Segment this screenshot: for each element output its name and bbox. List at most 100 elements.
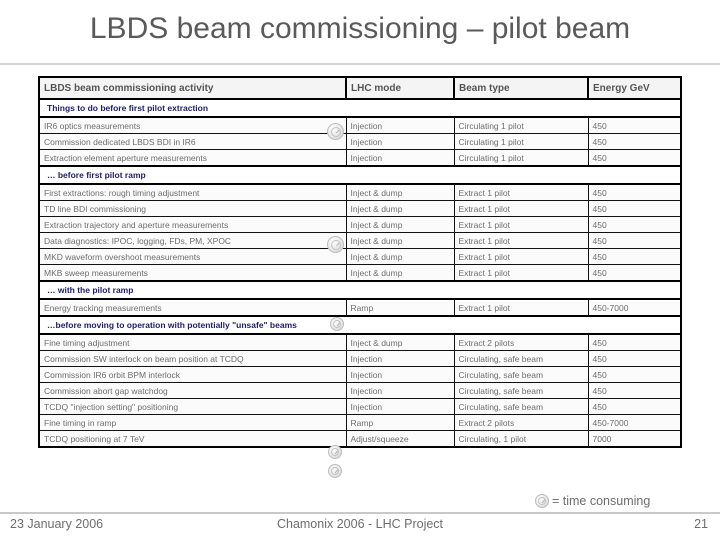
cell-energy: 450	[587, 216, 682, 233]
cell-beam: Extract 1 pilot	[453, 200, 589, 217]
cell-mode: Inject & dump	[345, 216, 455, 233]
cell-beam: Extract 1 pilot	[453, 216, 589, 233]
column-header-energy: Energy GeV	[587, 76, 682, 100]
cell-activity: TD line BDI commissioning	[38, 200, 347, 217]
cell-activity: IR6 optics measurements	[38, 116, 347, 134]
footer-event: Chamonix 2006 - LHC Project	[276, 517, 444, 531]
cell-beam: Circulating 1 pilot	[453, 116, 589, 134]
cell-mode: Injection	[345, 366, 455, 383]
cell-beam: Extract 2 pilots	[453, 333, 589, 351]
title-divider	[0, 63, 720, 65]
table-row: First extractions: rough timing adjustme…	[38, 183, 682, 201]
table-row: TCDQ positioning at 7 TeV Adjust/squeeze C…	[38, 430, 682, 448]
cell-mode: Injection	[345, 149, 455, 167]
cell-mode: Injection	[345, 382, 455, 399]
cell-activity: First extractions: rough timing adjustme…	[38, 183, 347, 201]
cell-activity: Commission IR6 orbit BPM interlock	[38, 366, 347, 383]
table-row: Fine timing in ramp Ramp Extract 2 pilots 4…	[38, 414, 682, 431]
cell-activity: Fine timing adjustment	[38, 333, 347, 351]
cell-mode: Injection	[345, 398, 455, 415]
table-row: Commission SW interlock on beam position…	[38, 350, 682, 367]
cell-activity: TCDQ "injection setting" positioning	[38, 398, 347, 415]
footer-page-number: 21	[694, 517, 708, 531]
clock-icon	[327, 123, 344, 140]
cell-activity: MKB sweep measurements	[38, 264, 347, 282]
section-heading-row: …before moving to operation with potenti…	[38, 315, 682, 335]
cell-mode: Injection	[345, 350, 455, 367]
section-heading-row: Things to do before first pilot extracti…	[38, 98, 682, 118]
cell-energy: 450	[587, 133, 682, 150]
cell-energy: 450	[587, 248, 682, 265]
cell-mode: Inject & dump	[345, 232, 455, 249]
legend: = time consuming	[535, 494, 650, 508]
cell-energy: 450	[587, 398, 682, 415]
cell-beam: Extract 1 pilot	[453, 248, 589, 265]
cell-mode: Inject & dump	[345, 264, 455, 282]
clock-icon	[327, 236, 344, 253]
cell-mode: Inject & dump	[345, 200, 455, 217]
cell-mode: Injection	[345, 116, 455, 134]
cell-activity: Extraction element aperture measurements	[38, 149, 347, 167]
table-body: Things to do before first pilot extracti…	[38, 98, 682, 448]
cell-beam: Circulating, safe beam	[453, 350, 589, 367]
cell-mode: Injection	[345, 133, 455, 150]
section-heading: Things to do before first pilot extracti…	[38, 98, 682, 118]
table-row: Extraction element aperture measurements…	[38, 149, 682, 167]
cell-activity: Data diagnostics: IPOC, logging, FDs, PM…	[38, 232, 347, 249]
table-row: TCDQ "injection setting" positioning Inje…	[38, 398, 682, 415]
footer: 23 January 2006 Chamonix 2006 - LHC Proj…	[0, 517, 720, 540]
cell-activity: MKD waveform overshoot measurements	[38, 248, 347, 265]
cell-beam: Circulating, 1 pilot	[453, 430, 589, 448]
cell-activity: Extraction trajectory and aperture measu…	[38, 216, 347, 233]
section-heading: … with the pilot ramp	[38, 280, 682, 300]
cell-beam: Extract 1 pilot	[453, 183, 589, 201]
table-row: IR6 optics measurements Injection Circulat…	[38, 116, 682, 134]
cell-energy: 450	[587, 264, 682, 282]
cell-beam: Extract 2 pilots	[453, 414, 589, 431]
cell-mode: Ramp	[345, 298, 455, 317]
cell-mode: Inject & dump	[345, 248, 455, 265]
column-header-activity: LBDS beam commissioning activity	[38, 76, 347, 100]
cell-energy: 450-7000	[587, 298, 682, 317]
cell-activity: Energy tracking measurements	[38, 298, 347, 317]
cell-activity: Commission dedicated LBDS BDI in IR6	[38, 133, 347, 150]
cell-activity: Commission abort gap watchdog	[38, 382, 347, 399]
cell-energy: 450	[587, 183, 682, 201]
cell-beam: Circulating, safe beam	[453, 382, 589, 399]
table-row: MKD waveform overshoot measurements Injec…	[38, 248, 682, 265]
table-row: Data diagnostics: IPOC, logging, FDs, PM…	[38, 232, 682, 249]
cell-activity: Commission SW interlock on beam position…	[38, 350, 347, 367]
schedule-table-container: LBDS beam commissioning activity LHC mod…	[38, 76, 682, 448]
section-heading-row: … with the pilot ramp	[38, 280, 682, 300]
column-header-beam-type: Beam type	[453, 76, 589, 100]
clock-icon	[328, 445, 342, 459]
legend-label: = time consuming	[552, 494, 651, 508]
clock-icon	[535, 494, 549, 508]
cell-energy: 450	[587, 149, 682, 167]
cell-beam: Extract 1 pilot	[453, 264, 589, 282]
page-title: LBDS beam commissioning – pilot beam	[89, 12, 631, 45]
table-row: Fine timing adjustment Inject & dump Extra…	[38, 333, 682, 351]
cell-beam: Circulating 1 pilot	[453, 149, 589, 167]
table-row: MKB sweep measurements Inject & dump Extra…	[38, 264, 682, 282]
clock-icon	[328, 464, 342, 478]
cell-beam: Extract 1 pilot	[453, 232, 589, 249]
cell-energy: 450	[587, 333, 682, 351]
cell-mode: Ramp	[345, 414, 455, 431]
cell-beam: Circulating, safe beam	[453, 366, 589, 383]
table-row: Extraction trajectory and aperture measu…	[38, 216, 682, 233]
table-row: Commission abort gap watchdog Injection Ci…	[38, 382, 682, 399]
cell-energy: 450	[587, 350, 682, 367]
clock-icon	[330, 317, 344, 331]
cell-energy: 7000	[587, 430, 682, 448]
cell-mode: Inject & dump	[345, 333, 455, 351]
table-row: Commission dedicated LBDS BDI in IR6 Inje…	[38, 133, 682, 150]
cell-beam: Circulating 1 pilot	[453, 133, 589, 150]
cell-energy: 450	[587, 116, 682, 134]
cell-energy: 450	[587, 232, 682, 249]
cell-energy: 450	[587, 200, 682, 217]
table-header: LBDS beam commissioning activity LHC mod…	[38, 76, 682, 100]
cell-energy: 450-7000	[587, 414, 682, 431]
column-header-lhc-mode: LHC mode	[345, 76, 455, 100]
cell-beam: Extract 1 pilot	[453, 298, 589, 317]
